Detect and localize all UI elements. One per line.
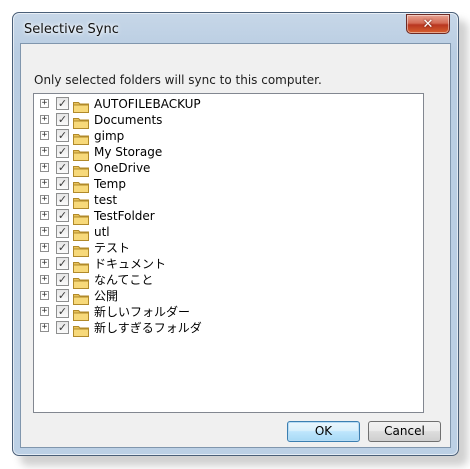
tree-item-label: OneDrive [94, 161, 151, 175]
tree-item[interactable]: + ✓ 新しすぎるフォルダ [34, 320, 423, 337]
folder-icon [73, 194, 89, 209]
tree-item-label: AUTOFILEBACKUP [94, 97, 201, 111]
folder-checkbox[interactable]: ✓ [56, 97, 69, 110]
selective-sync-dialog: Selective Sync ✕ Only selected folders w… [12, 12, 459, 456]
folder-checkbox[interactable]: ✓ [56, 113, 69, 126]
tree-item[interactable]: + ✓ Temp [34, 176, 423, 193]
tree-item[interactable]: + ✓ AUTOFILEBACKUP [34, 96, 423, 113]
close-button[interactable]: ✕ [406, 14, 450, 34]
window-title: Selective Sync [24, 22, 119, 37]
folder-tree[interactable]: + ✓ AUTOFILEBACKUP + ✓ Documents + ✓ gimp + ✓ My St… [33, 93, 424, 413]
folder-checkbox[interactable]: ✓ [56, 321, 69, 334]
tree-item[interactable]: + ✓ なんてこと [34, 272, 423, 289]
expand-icon[interactable]: + [40, 131, 49, 140]
tree-item[interactable]: + ✓ test [34, 192, 423, 209]
expand-icon[interactable]: + [40, 147, 49, 156]
tree-item[interactable]: + ✓ ドキュメント [34, 256, 423, 273]
folder-icon [73, 226, 89, 241]
folder-icon [73, 114, 89, 129]
expand-icon[interactable]: + [40, 243, 49, 252]
expand-icon[interactable]: + [40, 179, 49, 188]
tree-item-label: テスト [94, 241, 131, 255]
folder-checkbox[interactable]: ✓ [56, 257, 69, 270]
tree-item[interactable]: + ✓ My Storage [34, 144, 423, 161]
expand-icon[interactable]: + [40, 99, 49, 108]
folder-checkbox[interactable]: ✓ [56, 225, 69, 238]
tree-item-label: utl [94, 225, 110, 239]
close-icon: ✕ [422, 16, 434, 32]
cancel-button[interactable]: Cancel [368, 421, 441, 442]
folder-checkbox[interactable]: ✓ [56, 177, 69, 190]
ok-button[interactable]: OK [287, 421, 360, 442]
tree-item[interactable]: + ✓ OneDrive [34, 160, 423, 177]
tree-item[interactable]: + ✓ gimp [34, 128, 423, 145]
expand-icon[interactable]: + [40, 115, 49, 124]
tree-item[interactable]: + ✓ 公開 [34, 288, 423, 305]
title-bar[interactable]: Selective Sync ✕ [13, 13, 458, 43]
tree-item-label: Temp [94, 177, 126, 191]
folder-checkbox[interactable]: ✓ [56, 193, 69, 206]
folder-checkbox[interactable]: ✓ [56, 145, 69, 158]
folder-checkbox[interactable]: ✓ [56, 241, 69, 254]
folder-icon [73, 322, 89, 337]
folder-icon [73, 258, 89, 273]
folder-icon [73, 98, 89, 113]
expand-icon[interactable]: + [40, 259, 49, 268]
tree-item-label: なんてこと [94, 273, 154, 287]
folder-checkbox[interactable]: ✓ [56, 305, 69, 318]
tree-item-label: Documents [94, 113, 163, 127]
folder-icon [73, 178, 89, 193]
expand-icon[interactable]: + [40, 195, 49, 204]
tree-item-label: gimp [94, 129, 125, 143]
expand-icon[interactable]: + [40, 211, 49, 220]
folder-icon [73, 242, 89, 257]
folder-checkbox[interactable]: ✓ [56, 129, 69, 142]
expand-icon[interactable]: + [40, 323, 49, 332]
folder-icon [73, 130, 89, 145]
expand-icon[interactable]: + [40, 307, 49, 316]
folder-icon [73, 306, 89, 321]
tree-item[interactable]: + ✓ TestFolder [34, 208, 423, 225]
folder-icon [73, 290, 89, 305]
folder-icon [73, 210, 89, 225]
tree-item-label: test [94, 193, 118, 207]
folder-checkbox[interactable]: ✓ [56, 209, 69, 222]
tree-item[interactable]: + ✓ Documents [34, 112, 423, 129]
dialog-body: Only selected folders will sync to this … [20, 43, 451, 448]
tree-item-label: ドキュメント [94, 257, 167, 271]
folder-checkbox[interactable]: ✓ [56, 289, 69, 302]
folder-checkbox[interactable]: ✓ [56, 161, 69, 174]
tree-item-label: 公開 [94, 289, 119, 303]
expand-icon[interactable]: + [40, 275, 49, 284]
tree-item-label: 新しいフォルダー [94, 305, 191, 319]
tree-item[interactable]: + ✓ utl [34, 224, 423, 241]
tree-item[interactable]: + ✓ 新しいフォルダー [34, 304, 423, 321]
expand-icon[interactable]: + [40, 227, 49, 236]
folder-icon [73, 274, 89, 289]
tree-item[interactable]: + ✓ テスト [34, 240, 423, 257]
folder-icon [73, 162, 89, 177]
instruction-text: Only selected folders will sync to this … [34, 73, 322, 87]
tree-item-label: My Storage [94, 145, 163, 159]
tree-item-label: 新しすぎるフォルダ [94, 321, 202, 335]
tree-item-label: TestFolder [94, 209, 155, 223]
expand-icon[interactable]: + [40, 291, 49, 300]
folder-checkbox[interactable]: ✓ [56, 273, 69, 286]
folder-icon [73, 146, 89, 161]
expand-icon[interactable]: + [40, 163, 49, 172]
